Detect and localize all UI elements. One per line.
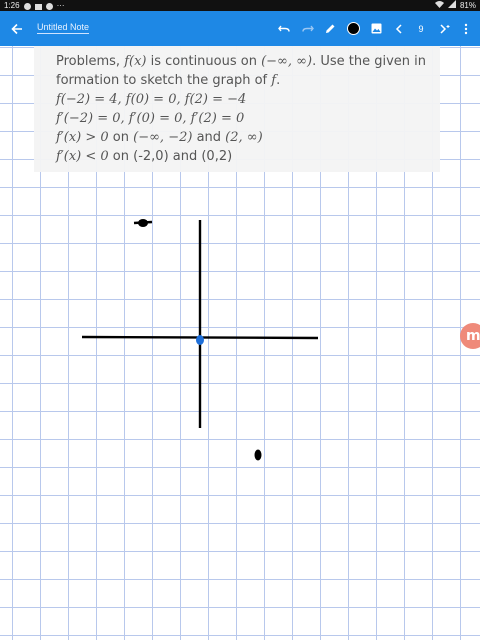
side-panel-tab[interactable]: m — [460, 323, 480, 349]
local-min-point — [254, 449, 262, 461]
origin-point — [196, 335, 204, 345]
local-max-point — [138, 219, 148, 227]
handwritten-sketch — [81, 219, 319, 461]
